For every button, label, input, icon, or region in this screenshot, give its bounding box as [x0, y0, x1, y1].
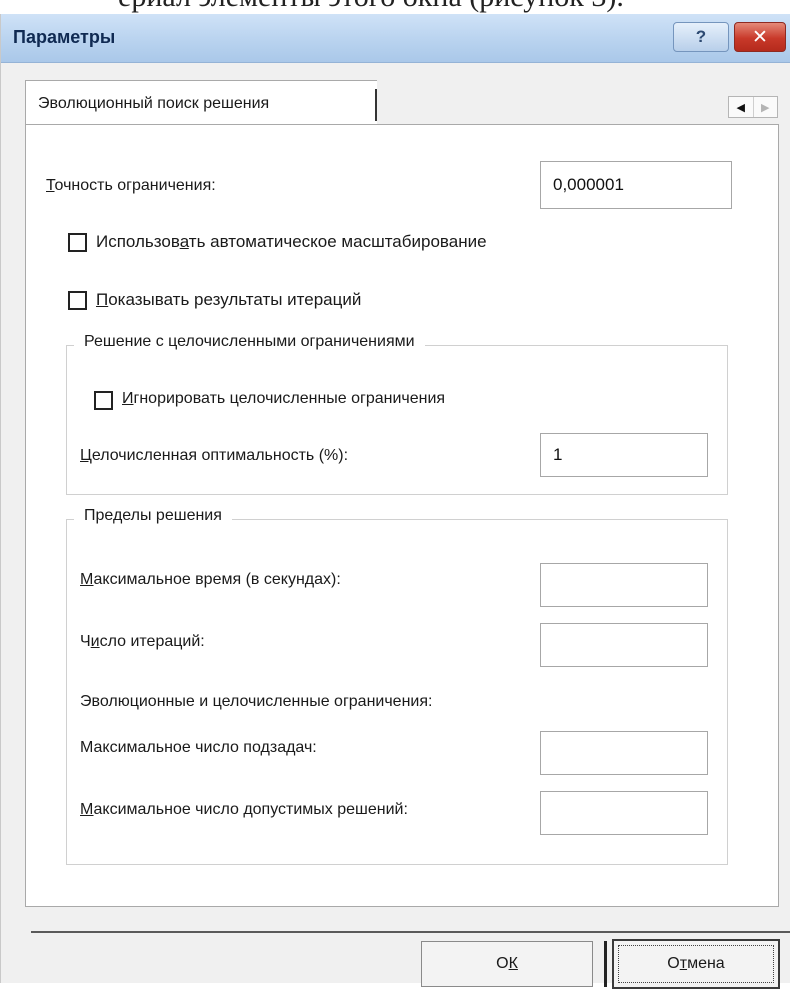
tab-scroll-left-icon[interactable]: ◀: [729, 97, 753, 117]
parameters-dialog: Параметры ? ✕ Эволюционный поиск решения…: [0, 14, 790, 989]
button-separator: [604, 941, 607, 987]
iterations-input[interactable]: [540, 623, 708, 667]
help-icon: ?: [695, 27, 707, 46]
max-feasible-input[interactable]: [540, 791, 708, 835]
help-button[interactable]: ?: [673, 22, 729, 52]
show-iterations-label: Показывать результаты итераций: [96, 290, 362, 309]
evolutionary-heading: Эволюционные и целочисленные ограничения…: [80, 693, 433, 710]
integer-constraints-group-title: Решение с целочисленными ограничениями: [74, 333, 425, 351]
iterations-label: Число итераций:: [80, 633, 205, 650]
auto-scaling-label: Использовать автоматическое масштабирова…: [96, 232, 487, 251]
tab-scroll-control: ◀ ▶: [728, 96, 778, 118]
solution-limits-group-title: Пределы решения: [74, 507, 232, 525]
show-iterations-checkbox[interactable]: [68, 291, 87, 310]
ok-button[interactable]: ОК: [421, 941, 593, 987]
cancel-button[interactable]: Отмена: [612, 939, 780, 989]
integer-optimality-label: Целочисленная оптимальность (%):: [80, 447, 349, 464]
max-subproblems-label: Максимальное число подзадач:: [80, 739, 317, 756]
constraint-precision-label: Точность ограничения:: [46, 177, 216, 194]
footer-divider: [31, 931, 790, 933]
constraint-precision-input[interactable]: 0,000001: [540, 161, 732, 209]
ignore-integer-checkbox[interactable]: [94, 391, 113, 410]
max-time-input[interactable]: [540, 563, 708, 607]
cancel-label: Отмена: [667, 955, 725, 972]
close-button[interactable]: ✕: [734, 22, 786, 52]
auto-scaling-checkbox[interactable]: [68, 233, 87, 252]
tab-panel: Точность ограничения: 0,000001 Использов…: [25, 124, 779, 907]
close-icon: ✕: [752, 26, 768, 48]
tab-scroll-right-icon[interactable]: ▶: [752, 97, 778, 117]
window-title: Параметры: [13, 27, 116, 47]
max-subproblems-input[interactable]: [540, 731, 708, 775]
ok-label: ОК: [496, 955, 518, 972]
document-text-fragment: ериал элементы этого окна (рисунок 3).: [118, 0, 624, 14]
tab-label: Эволюционный поиск решения: [38, 95, 270, 112]
tab-evolutionary-search[interactable]: Эволюционный поиск решения: [25, 80, 377, 124]
ignore-integer-label: Игнорировать целочисленные ограничения: [122, 390, 446, 407]
integer-optimality-input[interactable]: 1: [540, 433, 708, 477]
title-bar: Параметры ? ✕: [1, 14, 790, 63]
max-time-label: Максимальное время (в секундах):: [80, 571, 341, 588]
max-feasible-label: Максимальное число допустимых решений:: [80, 801, 408, 818]
